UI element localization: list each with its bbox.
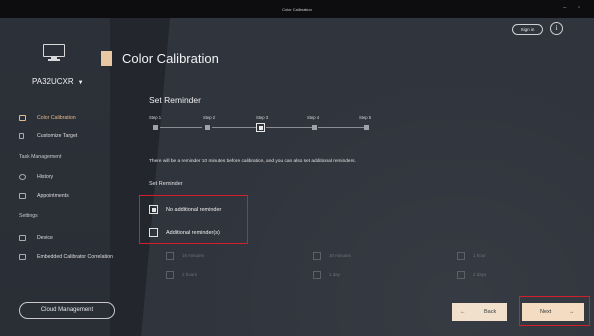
sidebar-item-color-calibration[interactable]: Color Calibration	[0, 112, 138, 124]
checkbox[interactable]	[313, 271, 321, 279]
step-label: Step 2	[203, 115, 216, 120]
cloud-management-button[interactable]: Cloud Management	[19, 302, 115, 319]
sub-option-2-days[interactable]: 2 days	[457, 271, 486, 279]
highlight-box	[139, 195, 248, 244]
sub-option-label: 1 day	[329, 272, 341, 278]
sub-option-label: 30 minutes	[329, 253, 352, 259]
page-title: Color Calibration	[122, 51, 219, 66]
step-label: Step 1	[149, 115, 162, 120]
section-settings: Settings	[19, 213, 38, 219]
step-connector	[160, 127, 202, 128]
step-label: Step 4	[307, 115, 320, 120]
sidebar-item-device[interactable]: Device	[0, 232, 138, 244]
minimize-icon[interactable]: –	[563, 5, 566, 11]
checkbox[interactable]	[166, 252, 174, 260]
sub-option-label: 2 days	[473, 272, 487, 278]
step-node	[153, 125, 158, 130]
back-label: Back	[484, 309, 497, 315]
sidebar-item-customize-target[interactable]: Customize Target	[0, 130, 138, 142]
title-accent-bar	[101, 51, 112, 66]
window-title: Color Calibration	[282, 7, 312, 12]
monitor-icon	[43, 44, 65, 61]
section-title: Set Reminder	[149, 95, 201, 105]
display-icon	[19, 235, 26, 241]
sub-option-1-hour[interactable]: 1 hour	[457, 252, 486, 260]
sub-option-30-minutes[interactable]: 30 minutes	[313, 252, 351, 260]
sub-option-label: 1 hour	[473, 253, 486, 259]
sidebar-item-label: Device	[37, 235, 53, 241]
sidebar-item-label: Embedded Calibrator Correlation	[37, 254, 113, 260]
arrow-left-icon: ←	[460, 309, 466, 315]
device-name: PA32UCXR	[32, 77, 74, 86]
section-task-management: Task Management	[19, 154, 62, 160]
checkbox[interactable]	[313, 252, 321, 260]
sub-option-15-minutes[interactable]: 15 minutes	[166, 252, 204, 260]
calibrator-icon	[19, 254, 26, 260]
step-node	[312, 125, 317, 130]
step-label: Step 5	[359, 115, 372, 120]
sidebar-item-label: Appointments	[37, 193, 69, 199]
calibration-icon	[19, 115, 26, 121]
sub-option-2-hours[interactable]: 2 hours	[166, 271, 197, 279]
history-icon	[19, 174, 26, 180]
checkbox[interactable]	[457, 271, 465, 279]
target-icon	[19, 133, 24, 139]
checkbox[interactable]	[457, 252, 465, 260]
sidebar-item-appointments[interactable]: Appointments	[0, 190, 138, 202]
step-node	[364, 125, 369, 130]
sidebar-item-label: Customize Target	[37, 133, 78, 139]
reminder-description: There will be a reminder 10 minutes befo…	[149, 159, 356, 164]
sidebar-item-embedded-calibrator[interactable]: Embedded Calibrator Correlation	[0, 251, 138, 263]
step-connector	[266, 127, 312, 128]
sidebar-item-history[interactable]: History	[0, 171, 138, 183]
info-icon[interactable]: i	[550, 22, 563, 35]
sub-option-1-day[interactable]: 1 day	[313, 271, 340, 279]
sub-option-label: 15 minutes	[182, 253, 205, 259]
step-node-current	[256, 123, 265, 132]
step-connector	[212, 127, 256, 128]
calendar-icon	[19, 193, 26, 199]
checkbox[interactable]	[166, 271, 174, 279]
maximize-icon[interactable]: ▫	[578, 5, 580, 11]
set-reminder-label: Set Reminder	[149, 181, 183, 187]
sidebar-item-label: Color Calibration	[37, 115, 76, 121]
sidebar-item-label: History	[37, 174, 54, 180]
back-button[interactable]: ← Back	[452, 303, 507, 321]
step-label: Step 3	[256, 115, 269, 120]
step-connector	[318, 127, 364, 128]
highlight-box	[519, 296, 590, 326]
device-selector[interactable]: PA32UCXR ▼	[32, 77, 84, 86]
sign-in-button[interactable]: Sign in	[512, 24, 543, 35]
sub-option-label: 2 hours	[182, 272, 198, 278]
title-bar: Color Calibration – ▫	[0, 0, 594, 18]
chevron-down-icon: ▼	[77, 80, 84, 86]
step-node	[205, 125, 210, 130]
